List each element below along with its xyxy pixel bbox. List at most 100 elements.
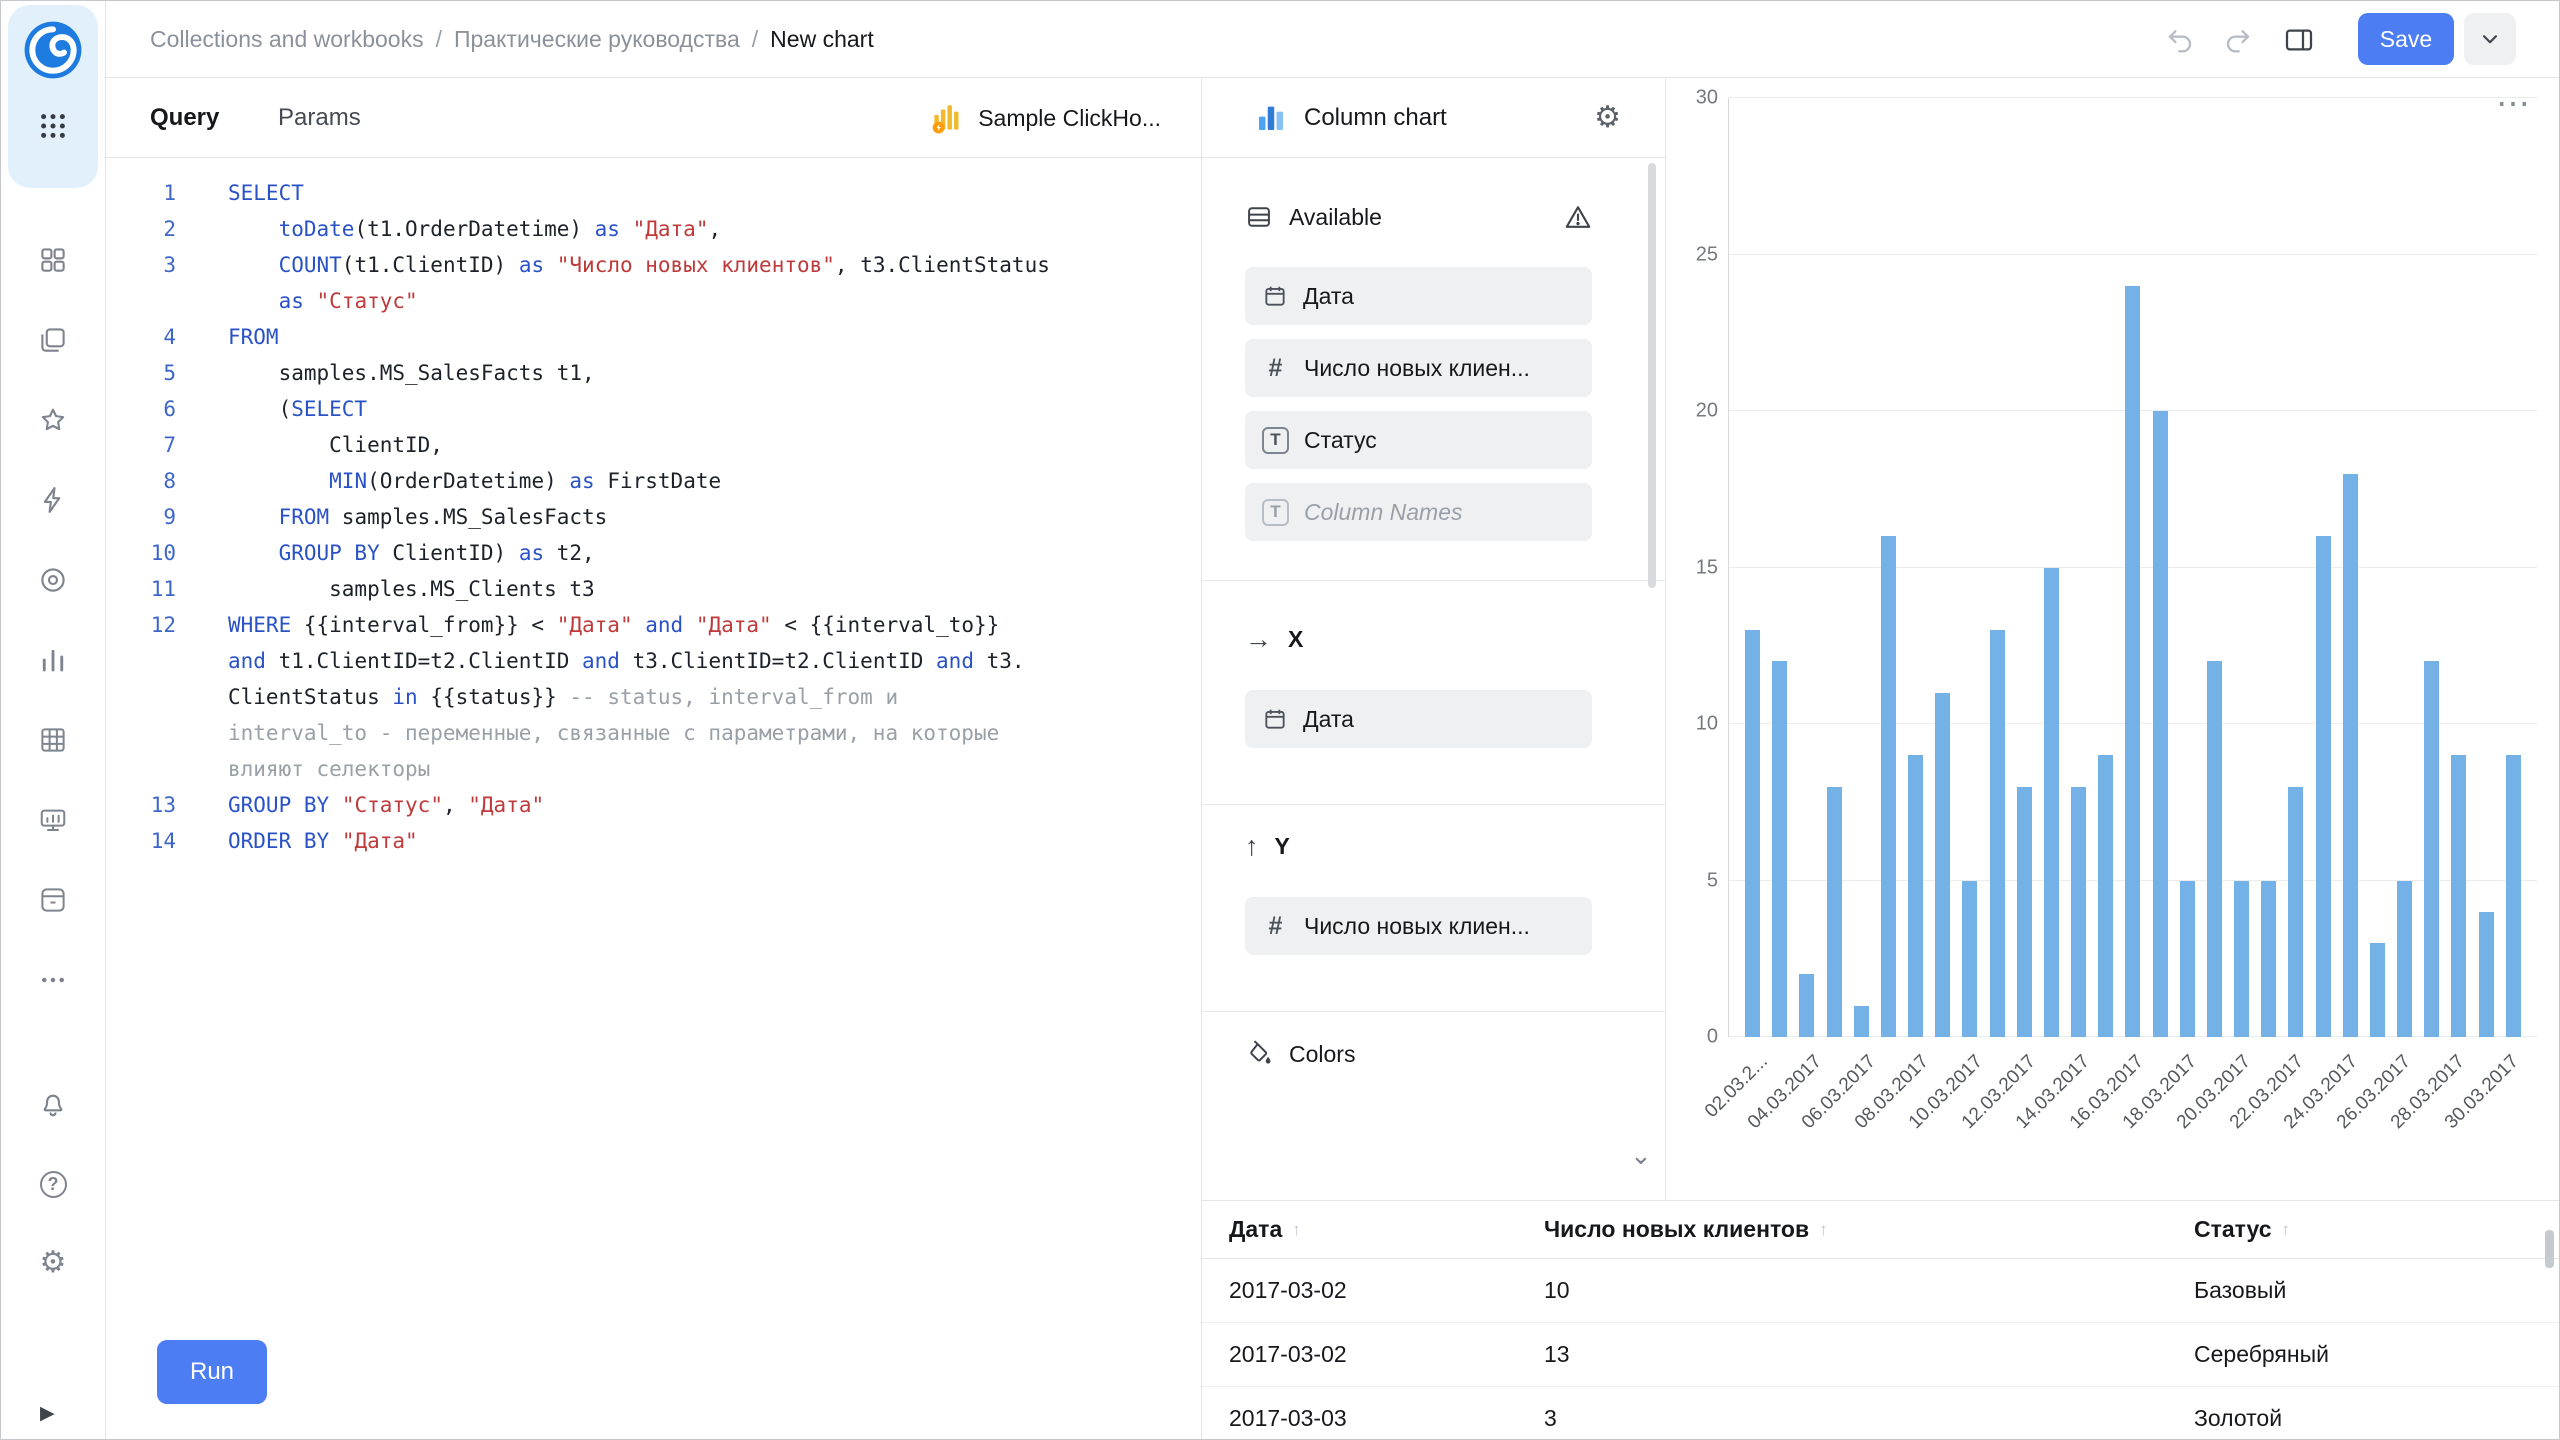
clickhouse-icon [928, 100, 964, 136]
chart-preview: ⋯ 051015202530 02.03.2...04.03.201706.03… [1666, 78, 2560, 1200]
column-header-new-clients[interactable]: Число новых клиентов ↑ [1544, 1216, 2194, 1243]
collapse-sidebar-icon[interactable]: ▶ [40, 1402, 55, 1425]
table-cell: 10 [1544, 1277, 2194, 1304]
datasets-icon[interactable] [29, 556, 77, 604]
number-icon: # [1262, 912, 1289, 941]
y-tick-label: 30 [1696, 87, 1718, 110]
field-label: Статус [1304, 427, 1377, 454]
bar [2506, 755, 2521, 1037]
more-services-icon[interactable] [29, 956, 77, 1004]
bar [2098, 755, 2113, 1037]
bar [1827, 787, 1842, 1037]
table-cell: 13 [1544, 1341, 2194, 1368]
column-header-status[interactable]: Статус ↑ [2194, 1216, 2560, 1243]
bar [1772, 661, 1787, 1037]
breadcrumb: Collections and workbooks / Практические… [150, 0, 874, 78]
y-section-title: Y [1275, 833, 1290, 860]
connections-icon[interactable] [29, 476, 77, 524]
connection-selector[interactable]: Sample ClickHo... [928, 78, 1161, 158]
datalens-logo-icon[interactable] [22, 19, 84, 81]
chart-type-selector[interactable]: Column chart [1254, 78, 1447, 158]
field-chip[interactable]: Дата [1245, 690, 1592, 748]
bar [2424, 661, 2439, 1037]
preview-table-header: Дата ↑ Число новых клиентов ↑ Статус ↑ [1202, 1201, 2560, 1259]
calendar-icon [1262, 283, 1288, 309]
field-label: Дата [1303, 283, 1354, 310]
bar [2044, 568, 2059, 1038]
undo-icon[interactable] [2164, 24, 2196, 56]
field-chip[interactable]: Дата [1245, 267, 1592, 325]
bar [1990, 630, 2005, 1037]
paint-bucket-icon [1245, 1040, 1273, 1068]
bar [1881, 536, 1896, 1037]
y-tick-label: 25 [1696, 243, 1718, 266]
page-title: New chart [770, 26, 874, 53]
window-scrollbar[interactable] [2545, 1230, 2554, 1268]
bar [1962, 881, 1977, 1037]
charts-icon[interactable] [29, 636, 77, 684]
help-icon[interactable]: ? [29, 1160, 77, 1208]
bar [2071, 787, 2086, 1037]
run-button[interactable]: Run [157, 1340, 267, 1404]
bar [1799, 974, 1814, 1037]
field-chip[interactable]: # Число новых клиен... [1245, 897, 1592, 955]
bar [2207, 661, 2222, 1037]
apps-grid-icon[interactable] [38, 111, 68, 141]
text-field-icon: T [1262, 427, 1289, 454]
breadcrumb-collections[interactable]: Collections and workbooks [150, 26, 424, 53]
y-tick-label: 20 [1696, 400, 1718, 423]
available-fields: Дата #Число новых клиен... T Статус TColumn … [1245, 267, 1592, 555]
sidebar: ? ⚙ ▶ [0, 0, 106, 1440]
table-cell: Базовый [2194, 1277, 2560, 1304]
sql-editor[interactable]: 1SELECT2 toDate(t1.OrderDatetime) as "Да… [106, 159, 1199, 1320]
redo-icon[interactable] [2222, 24, 2254, 56]
bars [1745, 98, 2521, 1037]
workbooks-icon[interactable] [29, 316, 77, 364]
field-chip[interactable]: TColumn Names [1245, 483, 1592, 541]
breadcrumb-separator: / [752, 26, 758, 53]
monitor-icon[interactable] [29, 796, 77, 844]
warning-icon[interactable] [1563, 202, 1593, 232]
field-label: Число новых клиен... [1304, 355, 1530, 382]
fields-source-icon [1245, 203, 1273, 231]
logo-block [8, 5, 98, 188]
favorites-icon[interactable] [29, 396, 77, 444]
colors-title: Colors [1289, 1041, 1355, 1068]
config-header: Column chart ⚙ [1202, 78, 1665, 158]
tab-query[interactable]: Query [150, 78, 219, 158]
table-cell: 2017-03-02 [1229, 1277, 1544, 1304]
x-axis-labels: 02.03.2...04.03.201706.03.201708.03.2017… [1744, 1051, 2521, 1191]
dashboards-icon[interactable] [29, 236, 77, 284]
tab-params[interactable]: Params [278, 78, 361, 158]
save-button[interactable]: Save [2358, 13, 2454, 65]
bar [2180, 881, 2195, 1037]
bar [2370, 943, 2385, 1037]
table-row: 2017-03-033Золотой [1202, 1387, 2560, 1440]
bar [2343, 474, 2358, 1037]
bar [2479, 912, 2494, 1037]
available-title: Available [1289, 204, 1382, 231]
y-fields: # Число новых клиен... [1245, 897, 1592, 969]
settings-gear-icon[interactable]: ⚙ [29, 1239, 77, 1287]
section-colors: Colors [1245, 1025, 1355, 1083]
connection-name: Sample ClickHo... [978, 105, 1161, 132]
preview-table: Дата ↑ Число новых клиентов ↑ Статус ↑ 2… [1202, 1200, 2560, 1440]
field-label: Число новых клиен... [1304, 913, 1530, 940]
notifications-bell-icon[interactable] [29, 1080, 77, 1128]
save-menu-button[interactable] [2464, 13, 2516, 65]
field-chip[interactable]: T Статус [1245, 411, 1592, 469]
divider [1202, 1011, 1665, 1012]
bar [2451, 755, 2466, 1037]
table-row: 2017-03-0213Серебряный [1202, 1323, 2560, 1387]
breadcrumb-workbook[interactable]: Практические руководства [454, 26, 740, 53]
tables-icon[interactable] [29, 716, 77, 764]
query-panel: Query Params Sample ClickHo... 1SELECT2 … [106, 78, 1202, 1440]
chart-settings-gear-icon[interactable]: ⚙ [1594, 100, 1621, 135]
layout-panels-icon[interactable] [2283, 24, 2315, 56]
bar [2261, 881, 2276, 1037]
column-header-date[interactable]: Дата ↑ [1229, 1216, 1544, 1243]
field-chip[interactable]: #Число новых клиен... [1245, 339, 1592, 397]
storage-box-icon[interactable] [29, 876, 77, 924]
table-cell: Серебряный [2194, 1341, 2560, 1368]
config-scrollbar[interactable] [1648, 163, 1656, 588]
